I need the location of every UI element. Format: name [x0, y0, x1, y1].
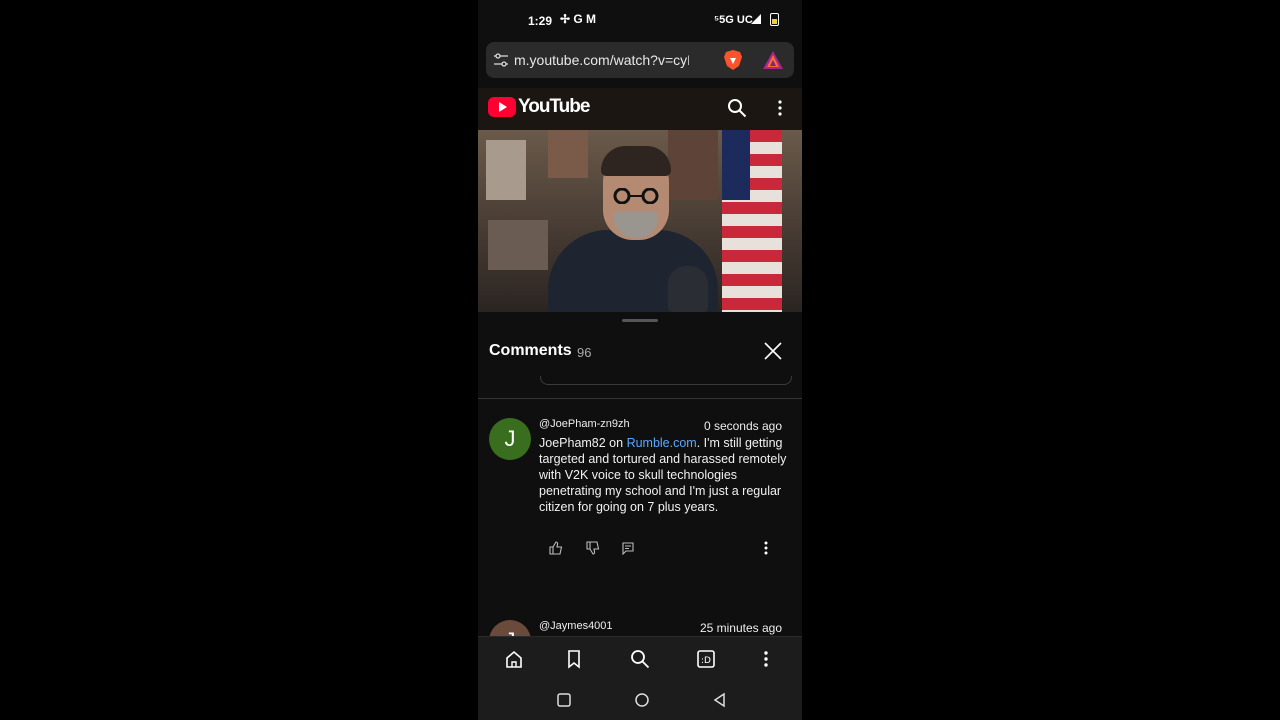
close-icon[interactable]: [762, 340, 784, 362]
comments-count: 96: [577, 345, 592, 360]
divider: [478, 398, 802, 399]
comment-more-icon[interactable]: [758, 540, 774, 556]
comments-sheet: Comments 96 J @JoePham-zn9zh 0 seconds a…: [478, 312, 802, 662]
home-button-icon[interactable]: [634, 692, 650, 708]
phone-screen: 1:29 ✢ G M ⁵5G UC m.youtube.com/watch?v=…: [478, 0, 802, 720]
search-icon[interactable]: [630, 649, 650, 669]
comment-timestamp: 25 minutes ago: [699, 621, 782, 635]
address-bar[interactable]: m.youtube.com/watch?v=cyHq: [486, 42, 794, 78]
brave-shields-icon[interactable]: [722, 49, 744, 71]
glasses: [613, 188, 659, 204]
drag-handle[interactable]: [622, 319, 658, 322]
dislike-icon[interactable]: [586, 541, 600, 555]
comment-author[interactable]: @Jaymes4001: [539, 620, 613, 632]
video-player[interactable]: [478, 130, 802, 312]
american-flag: [722, 130, 782, 312]
signal-icon: [751, 14, 761, 24]
url-text[interactable]: m.youtube.com/watch?v=cyHq: [514, 52, 689, 68]
notification-icons: ✢ G M: [560, 12, 597, 26]
comments-title: Comments: [489, 342, 572, 359]
avatar[interactable]: J: [489, 418, 531, 460]
microphone: [668, 266, 708, 312]
comment-input-box[interactable]: [540, 376, 792, 385]
svg-text::D: :D: [701, 656, 711, 666]
reply-icon[interactable]: [621, 541, 635, 555]
youtube-logo-icon[interactable]: [488, 97, 516, 117]
search-icon[interactable]: [727, 98, 747, 118]
browser-toolbar: :D: [478, 636, 802, 681]
comment-text: JoePham82 on Rumble.com. I'm still getti…: [539, 435, 789, 515]
bookshelf: [668, 130, 718, 200]
more-options-icon[interactable]: [770, 98, 790, 118]
network-type: ⁵5G UC: [714, 14, 753, 26]
wall-frame: [548, 130, 588, 178]
youtube-header: YouTube: [478, 88, 802, 130]
recents-icon[interactable]: [556, 692, 572, 708]
home-icon[interactable]: [504, 649, 524, 669]
youtube-wordmark[interactable]: YouTube: [518, 96, 590, 118]
comment-text-start: JoePham82 on: [539, 436, 627, 450]
tabs-icon[interactable]: :D: [696, 649, 716, 669]
wall-frame: [486, 140, 526, 200]
comment-author[interactable]: @JoePham-zn9zh: [539, 418, 630, 430]
comment-timestamp: 0 seconds ago: [703, 419, 782, 433]
menu-icon[interactable]: [756, 649, 776, 669]
person-hair: [601, 146, 671, 176]
comment-link[interactable]: Rumble.com: [627, 436, 697, 450]
brave-rewards-icon[interactable]: [762, 50, 784, 70]
wall-frame: [488, 220, 548, 270]
site-settings-icon[interactable]: [493, 52, 509, 68]
back-icon[interactable]: [712, 692, 728, 708]
bookmark-icon[interactable]: [564, 649, 584, 669]
like-icon[interactable]: [549, 541, 563, 555]
system-navigation-bar: [478, 680, 802, 720]
status-time: 1:29: [528, 14, 553, 28]
battery-icon: [770, 13, 779, 26]
status-bar: 1:29 ✢ G M ⁵5G UC: [478, 0, 802, 40]
